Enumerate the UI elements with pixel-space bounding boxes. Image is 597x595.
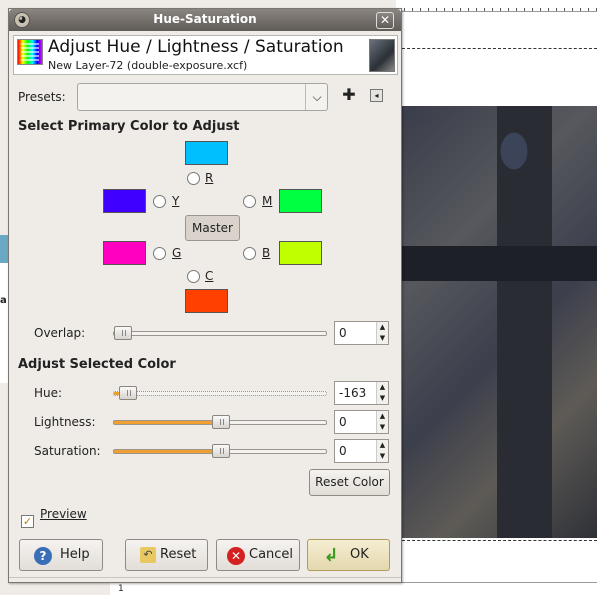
lightness-value: 0 [339, 415, 347, 429]
lightness-slider-thumb[interactable] [212, 415, 230, 429]
label-b: B [262, 246, 271, 260]
add-preset-icon[interactable]: ✚ [341, 87, 357, 103]
swatch-r[interactable] [185, 141, 228, 165]
header-title: Adjust Hue / Lightness / Saturation [48, 37, 344, 57]
title-bar[interactable]: ◕ Hue-Saturation ✕ [9, 9, 401, 31]
lightness-slider[interactable] [113, 415, 327, 429]
help-label: Help [60, 547, 90, 562]
hue-saturation-icon [17, 39, 43, 65]
preview-label: Preview [40, 507, 87, 521]
label-g: G [172, 246, 182, 260]
preview-checkbox[interactable]: ✓ [21, 515, 34, 528]
label-r: R [205, 171, 214, 185]
cancel-icon: ✕ [227, 547, 245, 565]
reset-button[interactable]: ↶ Reset [125, 539, 208, 571]
presets-label: Presets: [18, 90, 66, 104]
adjust-heading: Adjust Selected Color [18, 357, 176, 372]
left-panel-label: a [0, 295, 7, 306]
radio-y[interactable] [153, 195, 166, 208]
hue-saturation-dialog: ◕ Hue-Saturation ✕ Adjust Hue / Lightnes… [8, 8, 402, 583]
label-y: Y [172, 194, 180, 208]
master-button[interactable]: Master [185, 215, 240, 241]
window-title: Hue-Saturation [153, 12, 257, 26]
saturation-slider[interactable] [113, 444, 327, 458]
layer-boundary-bottom [402, 540, 597, 541]
overlap-slider[interactable] [113, 326, 327, 340]
spin-arrows-icon[interactable]: ▲ ▼ [376, 440, 388, 462]
reset-color-button[interactable]: Reset Color [309, 469, 390, 496]
label-m: M [262, 194, 273, 208]
bottom-ruler: 1 [110, 582, 597, 595]
ok-arrow-icon: ↲ [323, 545, 339, 566]
chevron-down-icon[interactable]: ⌵ [305, 84, 328, 110]
overlap-label: Overlap: [34, 326, 86, 340]
ok-button[interactable]: ↲ OK [307, 539, 390, 571]
cancel-label: Cancel [249, 547, 294, 562]
radio-g[interactable] [153, 247, 166, 260]
saturation-slider-fill [114, 450, 220, 453]
radio-c[interactable] [187, 270, 200, 283]
ruler-label: 1 [118, 584, 124, 594]
overlap-value: 0 [339, 326, 347, 340]
saturation-slider-thumb[interactable] [212, 444, 230, 458]
hue-label: Hue: [34, 386, 63, 400]
presets-combo[interactable]: ⌵ [77, 83, 328, 111]
reset-label: Reset [160, 547, 197, 562]
lightness-spin[interactable]: 0 ▲ ▼ [334, 410, 389, 434]
spin-arrows-icon[interactable]: ▲ ▼ [376, 322, 388, 344]
saturation-value: 0 [339, 444, 347, 458]
radio-r[interactable] [187, 172, 200, 185]
cancel-button[interactable]: ✕ Cancel [216, 539, 300, 571]
swatch-g[interactable] [103, 241, 146, 265]
dialog-bottom-edge [9, 577, 401, 578]
lightness-slider-fill [114, 421, 220, 424]
double-exposure-photo [402, 106, 597, 538]
swatch-c[interactable] [185, 289, 228, 313]
overlap-spin[interactable]: 0 ▲ ▼ [334, 321, 389, 345]
hue-value: -163 [339, 386, 367, 400]
saturation-spin[interactable]: 0 ▲ ▼ [334, 439, 389, 463]
layer-boundary-top [402, 48, 597, 49]
preset-menu-icon[interactable]: ◂ [370, 89, 383, 102]
ok-label: OK [350, 547, 369, 562]
radio-b[interactable] [243, 247, 256, 260]
label-c: C [205, 269, 214, 283]
header-subtitle: New Layer-72 (double-exposure.xcf) [48, 59, 248, 72]
swatch-m[interactable] [279, 189, 322, 213]
help-button[interactable]: ? Help [19, 539, 103, 571]
swatch-b[interactable] [279, 241, 322, 265]
spin-arrows-icon[interactable]: ▲ ▼ [376, 382, 388, 404]
hue-spin[interactable]: -163 ▲ ▼ [334, 381, 389, 405]
reset-icon: ↶ [140, 547, 156, 563]
top-ruler [396, 0, 597, 12]
help-icon: ? [34, 547, 52, 565]
swatch-y[interactable] [103, 189, 146, 213]
close-button[interactable]: ✕ [376, 12, 394, 29]
primary-heading: Select Primary Color to Adjust [18, 119, 240, 134]
lightness-label: Lightness: [34, 415, 96, 429]
spin-arrows-icon[interactable]: ▲ ▼ [376, 411, 388, 433]
dialog-header: Adjust Hue / Lightness / Saturation New … [13, 35, 398, 75]
hue-slider[interactable] [113, 386, 327, 400]
overlap-slider-thumb[interactable] [114, 326, 132, 340]
radio-m[interactable] [243, 195, 256, 208]
saturation-label: Saturation: [34, 444, 101, 458]
layer-thumbnail [369, 39, 395, 72]
hue-slider-thumb[interactable] [119, 386, 137, 400]
